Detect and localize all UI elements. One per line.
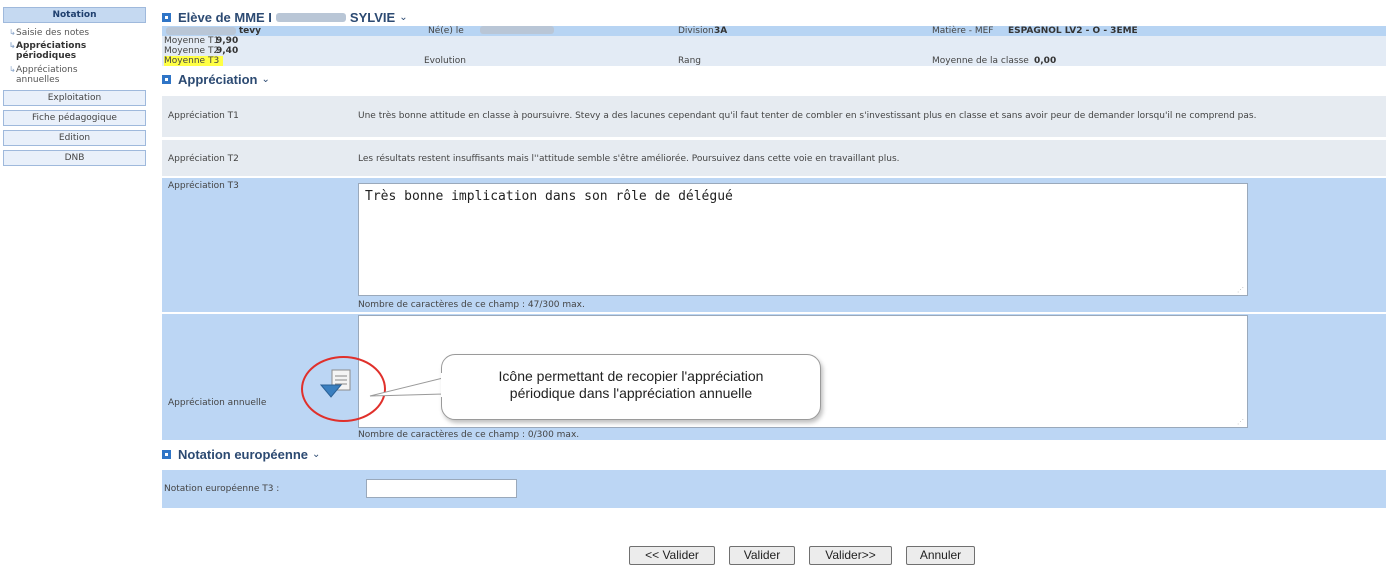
chevron-down-icon: ⌄ — [261, 74, 270, 85]
birth-label: Né(e) le — [428, 26, 464, 36]
redacted-name — [275, 12, 346, 22]
euro-section-header[interactable]: Notation européenne ⌄ — [162, 446, 1386, 463]
section-square-icon — [162, 75, 171, 84]
resize-grip-icon[interactable]: ⋰ — [1237, 286, 1244, 294]
appreciation-t3-textarea[interactable]: Très bonne implication dans son rôle de … — [358, 183, 1248, 296]
appreciation-title: Appréciation — [178, 72, 258, 87]
redacted-name — [166, 26, 236, 35]
appreciation-t2-text: Les résultats restent insuffisants mais … — [358, 154, 900, 164]
redacted-birthdate — [480, 26, 554, 34]
chevron-down-icon: ⌄ — [399, 11, 408, 23]
sidebar-item-appreciations-periodiques[interactable]: ↳ Appréciations périodiques — [3, 41, 121, 61]
student-name: tevy — [166, 26, 261, 36]
evolution-label: Evolution — [424, 56, 466, 66]
callout-line-2: périodique dans l'appréciation annuelle — [509, 385, 753, 401]
section-square-icon — [162, 12, 171, 22]
sidebar: Notation ↳ Saisie des notes ↳ Appréciati… — [3, 7, 146, 167]
sidebar-item-label: Appréciations annuelles — [16, 65, 78, 85]
matiere-value: ESPAGNOL LV2 - O - 3EME — [1008, 26, 1138, 36]
valider-next-button[interactable]: Valider>> — [809, 546, 892, 565]
rang-label: Rang — [678, 56, 701, 66]
sub-arrow-icon: ↳ — [9, 41, 16, 50]
appreciation-t3-row: Appréciation T3 Très bonne implication d… — [162, 178, 1386, 312]
appreciation-t3-value: Très bonne implication dans son rôle de … — [365, 189, 733, 204]
sidebar-item-saisie-notes[interactable]: ↳ Saisie des notes — [3, 28, 146, 38]
euro-title: Notation européenne — [178, 447, 309, 462]
valider-previous-button[interactable]: << Valider — [629, 546, 715, 565]
section-square-icon — [162, 450, 171, 459]
sidebar-item-exploitation[interactable]: Exploitation — [3, 90, 146, 106]
moy-t1-value: 9,90 — [216, 36, 239, 46]
appreciation-t1-row: Appréciation T1 Une très bonne attitude … — [162, 96, 1386, 137]
student-name-text: tevy — [238, 26, 262, 36]
appreciation-t3-label: Appréciation T3 — [168, 181, 239, 191]
moy-classe-value: 0,00 — [1034, 56, 1057, 66]
appreciation-t1-text: Une très bonne attitude en classe à pour… — [358, 111, 1257, 121]
division-label: Division — [678, 26, 714, 36]
sidebar-item-appreciations-annuelles[interactable]: ↳ Appréciations annuelles — [3, 65, 103, 85]
moy-t3-label: Moyenne T3 — [164, 56, 224, 66]
student-section-header[interactable]: Elève de MME I SYLVIE ⌄ — [162, 8, 1386, 26]
euro-t3-row: Notation européenne T3 : — [162, 470, 1386, 508]
sidebar-item-label: Appréciations périodiques — [16, 41, 87, 61]
main-content: Elève de MME I SYLVIE ⌄ tevy Né(e) le Di… — [162, 8, 1386, 508]
matiere-label: Matière - MEF — [932, 26, 994, 36]
sidebar-item-notation[interactable]: Notation — [3, 7, 146, 23]
sidebar-item-label: Saisie des notes — [16, 28, 90, 38]
moy-t2-label: Moyenne T2 — [164, 46, 220, 56]
appreciation-section-header[interactable]: Appréciation ⌄ — [162, 71, 1386, 88]
moy-t1-label: Moyenne T1 — [164, 36, 220, 46]
sub-arrow-icon: ↳ — [9, 28, 16, 37]
annotation-callout: Icône permettant de recopier l'appréciat… — [441, 354, 821, 420]
callout-pointer — [369, 377, 444, 397]
student-title-prefix: Elève de MME I — [178, 9, 272, 25]
euro-t3-label: Notation européenne T3 : — [164, 484, 280, 494]
callout-pointer-mask — [441, 373, 450, 397]
sidebar-item-edition[interactable]: Edition — [3, 130, 146, 146]
callout-line-1: Icône permettant de recopier l'appréciat… — [498, 368, 764, 384]
resize-grip-icon[interactable]: ⋰ — [1237, 418, 1244, 426]
appreciation-t3-counter: Nombre de caractères de ce champ : 47/30… — [358, 300, 585, 310]
appreciation-annuelle-label: Appréciation annuelle — [168, 398, 267, 408]
chevron-down-icon: ⌄ — [312, 449, 321, 460]
moy-classe-label: Moyenne de la classe — [932, 56, 1029, 66]
sidebar-item-dnb[interactable]: DNB — [3, 150, 146, 166]
division-value: 3A — [714, 26, 728, 36]
annuler-button[interactable]: Annuler — [906, 546, 975, 565]
student-info-block: tevy Né(e) le Division 3A Matière - MEF … — [162, 26, 1386, 66]
sidebar-item-fiche-pedagogique[interactable]: Fiche pédagogique — [3, 110, 146, 126]
moy-t2-value: 9,40 — [216, 46, 239, 56]
appreciation-t2-row: Appréciation T2 Les résultats restent in… — [162, 140, 1386, 176]
appreciation-t1-label: Appréciation T1 — [168, 111, 239, 121]
euro-t3-input[interactable] — [366, 479, 517, 498]
valider-button[interactable]: Valider — [729, 546, 795, 565]
student-title-suffix: SYLVIE — [349, 9, 396, 25]
action-bar: << Valider Valider Valider>> Annuler — [0, 545, 1386, 565]
appreciation-t2-label: Appréciation T2 — [168, 154, 239, 164]
sub-arrow-icon: ↳ — [9, 65, 16, 74]
appreciation-annuelle-counter: Nombre de caractères de ce champ : 0/300… — [358, 430, 580, 440]
